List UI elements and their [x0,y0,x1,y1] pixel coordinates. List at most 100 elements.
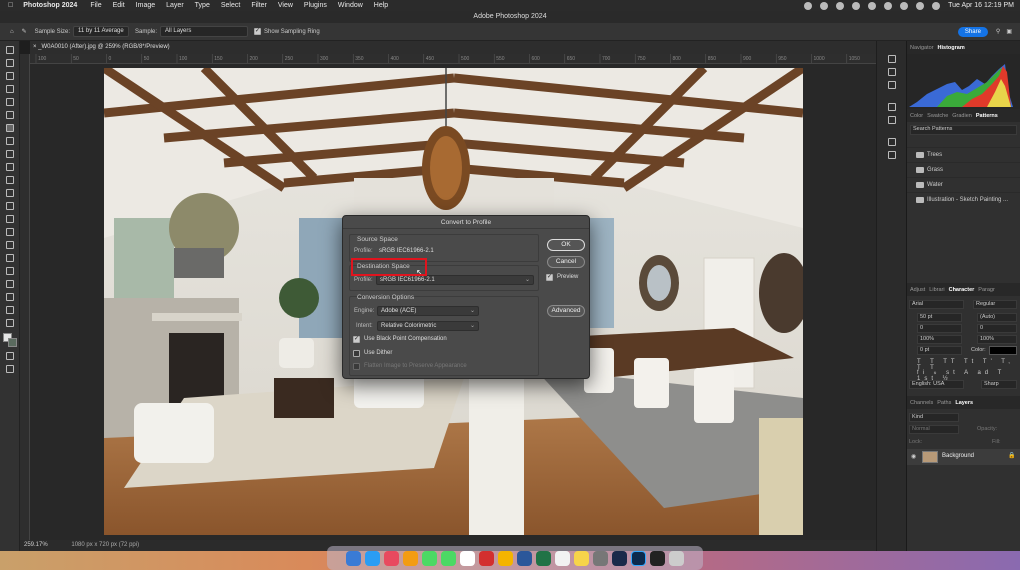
vertical-scale-field[interactable]: 100% [917,335,962,344]
brush-tool-icon[interactable] [5,150,14,158]
font-family-select[interactable]: Arial [909,300,964,309]
pattern-group-trees[interactable]: Trees [907,147,1020,162]
language-select[interactable]: English: USA [909,380,964,389]
system-settings-icon[interactable] [593,550,608,566]
text-color-swatch[interactable] [989,346,1017,355]
preview-checkbox[interactable]: ✓ [546,274,553,281]
patterns-search-input[interactable]: Search Patterns [910,125,1017,135]
pattern-group-water[interactable]: Water [907,177,1020,192]
trash-icon[interactable] [669,550,684,566]
dodge-tool-icon[interactable] [5,228,14,236]
brush-settings-icon[interactable] [887,116,896,124]
menu-edit[interactable]: Edit [113,2,125,9]
tab-navigator[interactable]: Navigator [910,45,934,51]
lightroom-icon[interactable] [612,550,627,566]
eyedropper-icon[interactable]: ✎ [22,28,27,35]
search-icon[interactable]: ⚲ [996,28,1000,35]
menu-select[interactable]: Select [221,2,240,9]
wifi-icon[interactable] [900,1,909,10]
search-icon[interactable] [916,1,925,10]
history-icon[interactable] [887,68,896,76]
zoom-level[interactable]: 259.17% [24,542,48,548]
black-point-checkbox[interactable]: ✓ [353,336,360,343]
word-icon[interactable] [517,550,532,566]
share-button[interactable]: Share [957,26,988,37]
tab-paragraph[interactable]: Paragr [978,287,995,293]
tab-gradients[interactable]: Gradien [952,113,972,119]
blend-mode-select[interactable]: Normal [909,425,959,434]
actions-icon[interactable] [887,103,896,111]
eraser-tool-icon[interactable] [5,189,14,197]
gradient-tool-icon[interactable] [5,202,14,210]
cancel-button[interactable]: Cancel [547,256,585,268]
font-style-select[interactable]: Regular [973,300,1017,309]
healing-tool-icon[interactable] [5,137,14,145]
status-icon[interactable] [868,1,877,10]
control-center-icon[interactable] [932,1,941,10]
status-icon[interactable] [820,1,829,10]
menu-view[interactable]: View [278,2,293,9]
engine-select[interactable]: Adobe (ACE) ⌄ [377,306,479,316]
hand-tool-icon[interactable] [5,293,14,301]
advanced-button[interactable]: Advanced [547,305,585,317]
layer-filter-kind[interactable]: Kind [909,413,959,422]
workspace-icon[interactable]: ▣ [1006,28,1012,35]
messages-icon[interactable] [441,550,456,566]
quick-mask-icon[interactable] [5,352,14,360]
menu-type[interactable]: Type [195,2,210,9]
home-icon[interactable]: ⌂ [10,29,14,35]
eyedropper-tool-icon[interactable] [5,124,14,132]
stamp-tool-icon[interactable] [5,163,14,171]
tracking-field[interactable]: 0 [977,324,1017,333]
status-icon[interactable] [884,1,893,10]
blur-tool-icon[interactable] [5,215,14,223]
sample-select[interactable]: All Layers [160,26,249,37]
photos-icon[interactable] [403,550,418,566]
menu-layer[interactable]: Layer [166,2,184,9]
calendar-icon[interactable] [460,550,475,566]
more-tools-icon[interactable] [5,319,14,327]
pattern-group-grass[interactable]: Grass [907,162,1020,177]
destination-profile-select[interactable]: sRGB IEC61966-2.1 ⌄ [376,275,534,285]
adjustments-icon[interactable] [887,138,896,146]
intent-select[interactable]: Relative Colorimetric ⌄ [377,321,479,331]
status-icon[interactable] [852,1,861,10]
menu-window[interactable]: Window [338,2,363,9]
frame-tool-icon[interactable] [5,111,14,119]
safari-icon[interactable] [365,550,380,566]
tab-color[interactable]: Color [910,113,923,119]
type-tool-icon[interactable] [5,254,14,262]
tab-patterns[interactable]: Patterns [976,113,998,119]
menu-image[interactable]: Image [136,2,155,9]
shape-tool-icon[interactable] [5,280,14,288]
chrome-icon[interactable] [498,550,513,566]
sample-size-select[interactable]: 11 by 11 Average [73,26,130,37]
document-dimensions[interactable]: 1080 px x 720 px (72 ppi) [71,542,139,548]
libraries-icon[interactable] [887,151,896,159]
sampling-ring-checkbox[interactable]: ✓ [254,28,262,35]
ok-button[interactable]: OK [547,239,585,251]
leading-field[interactable]: (Auto) [977,313,1017,322]
visibility-eye-icon[interactable]: ◉ [911,453,916,460]
excel-icon[interactable] [536,550,551,566]
screen-mode-icon[interactable] [5,365,14,373]
status-icon[interactable] [836,1,845,10]
flatten-checkbox[interactable] [353,363,360,370]
zoom-tool-icon[interactable] [5,306,14,314]
opentype-buttons[interactable]: fi ℴ st A ad T 1st ½ [917,369,1017,382]
tab-layers[interactable]: Layers [955,400,973,406]
path-select-tool-icon[interactable] [5,267,14,275]
quick-select-tool-icon[interactable] [5,85,14,93]
font-size-field[interactable]: 50 pt [917,313,962,322]
baseline-shift-field[interactable]: 0 pt [917,346,962,355]
color-swatches[interactable] [2,333,17,347]
crop-tool-icon[interactable] [5,98,14,106]
menubar-clock[interactable]: Tue Apr 16 12:19 PM [948,2,1014,9]
menu-file[interactable]: File [90,2,101,9]
stickies-icon[interactable] [574,550,589,566]
document-tab[interactable]: × _W0A0010 (After).jpg @ 259% (RGB/8*/Pr… [30,41,876,54]
menu-filter[interactable]: Filter [251,2,267,9]
move-tool-icon[interactable] [5,46,14,54]
app-menu[interactable]: Photoshop 2024 [23,2,77,9]
apple-icon[interactable]:  [8,2,13,9]
